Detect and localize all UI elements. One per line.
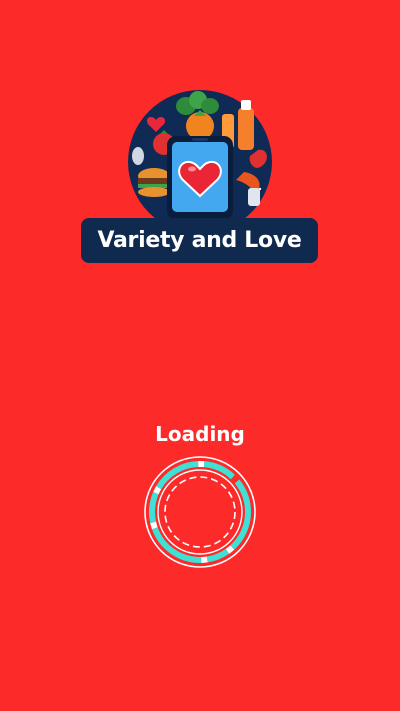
app-title: Variety and Love [81,218,318,263]
phone-with-heart-and-food-logo-icon [128,90,272,234]
app-logo: Variety and Love [80,84,320,266]
splash-screen: Variety and Love Loading [0,0,400,711]
loading-label: Loading [155,422,245,446]
loading-spinner-icon [144,456,256,568]
